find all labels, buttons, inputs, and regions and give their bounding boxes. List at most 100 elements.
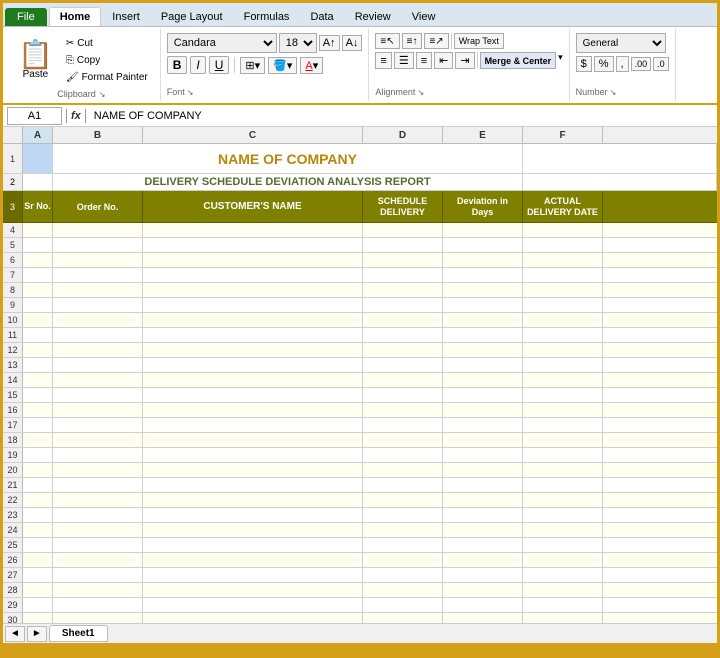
tab-formulas[interactable]: Formulas [234,8,300,26]
cell-e[interactable] [443,283,523,297]
cell-e[interactable] [443,373,523,387]
cell-d[interactable] [363,508,443,522]
format-painter-button[interactable]: 🖌Format Painter [62,70,152,85]
cell-f[interactable] [523,253,603,267]
cell-e[interactable] [443,358,523,372]
cell-f[interactable] [523,328,603,342]
cell-b[interactable] [53,418,143,432]
cell-c[interactable] [143,433,363,447]
increase-font-button[interactable]: A↑ [319,35,340,51]
cell-b[interactable] [53,313,143,327]
cell-b[interactable] [53,238,143,252]
cell-f[interactable] [523,223,603,237]
cell-e[interactable] [443,553,523,567]
cell-a[interactable] [23,313,53,327]
cell-e[interactable] [443,403,523,417]
cell-d[interactable] [363,493,443,507]
cell-c[interactable] [143,523,363,537]
cell-e[interactable] [443,493,523,507]
col-header-a[interactable]: A [23,127,53,143]
cell-d[interactable] [363,568,443,582]
cell-d[interactable] [363,343,443,357]
cell-d[interactable] [363,313,443,327]
cell-c[interactable] [143,493,363,507]
cell-a[interactable] [23,538,53,552]
increase-indent-button[interactable]: ⇥ [455,52,474,69]
cell-b[interactable] [53,598,143,612]
cell-a[interactable] [23,508,53,522]
tab-view[interactable]: View [402,8,446,26]
cell-e[interactable] [443,328,523,342]
cell-d2[interactable] [523,174,717,190]
cell-reference[interactable] [7,107,62,125]
sheet-tab-nav-left[interactable]: ◄ [5,626,25,642]
cell-b[interactable] [53,283,143,297]
cell-c[interactable] [143,328,363,342]
cell-e[interactable] [443,613,523,623]
cell-c[interactable] [143,613,363,623]
cell-f[interactable] [523,538,603,552]
cell-b[interactable] [53,583,143,597]
cell-c[interactable] [143,373,363,387]
cell-d[interactable] [363,388,443,402]
cell-a[interactable] [23,403,53,417]
font-size-select[interactable]: 18 [279,33,317,53]
cell-c[interactable] [143,253,363,267]
cell-a[interactable] [23,343,53,357]
align-top-left-button[interactable]: ≡↖ [375,33,399,49]
cell-a[interactable] [23,463,53,477]
cell-e[interactable] [443,583,523,597]
cell-a[interactable] [23,523,53,537]
cell-b[interactable] [53,448,143,462]
align-top-right-button[interactable]: ≡↗ [424,33,448,49]
cell-c[interactable] [143,358,363,372]
cell-a1[interactable] [23,144,53,173]
cell-f[interactable] [523,238,603,252]
cell-e[interactable] [443,313,523,327]
cell-c[interactable] [143,298,363,312]
cell-f[interactable] [523,388,603,402]
cell-f[interactable] [523,493,603,507]
cell-f[interactable] [523,478,603,492]
cell-f[interactable] [523,583,603,597]
cell-e[interactable] [443,253,523,267]
cell-b[interactable] [53,463,143,477]
cell-b[interactable] [53,298,143,312]
cell-c[interactable] [143,283,363,297]
border-button[interactable]: ⊞▾ [240,57,265,74]
cell-e[interactable] [443,433,523,447]
cell-b[interactable] [53,538,143,552]
cell-d[interactable] [363,358,443,372]
cell-b[interactable] [53,253,143,267]
cell-b[interactable] [53,388,143,402]
cell-e[interactable] [443,478,523,492]
col-header-e[interactable]: E [443,127,523,143]
cell-b[interactable] [53,523,143,537]
cell-f[interactable] [523,523,603,537]
cell-c[interactable] [143,508,363,522]
cell-c[interactable] [143,553,363,567]
cell-d[interactable] [363,238,443,252]
cell-c[interactable] [143,538,363,552]
cell-f[interactable] [523,568,603,582]
cell-c[interactable] [143,568,363,582]
cell-b[interactable] [53,493,143,507]
cell-b[interactable] [53,478,143,492]
cell-e[interactable] [443,598,523,612]
merge-center-button[interactable]: Merge & Center [480,52,557,69]
cell-a[interactable] [23,358,53,372]
col-header-b[interactable]: B [53,127,143,143]
cell-b[interactable] [53,508,143,522]
cell-f[interactable] [523,403,603,417]
cell-a[interactable] [23,478,53,492]
cell-b[interactable] [53,223,143,237]
cell-e[interactable] [443,418,523,432]
cell-b[interactable] [53,613,143,623]
cell-b[interactable] [53,373,143,387]
cell-e[interactable] [443,238,523,252]
formula-fx-icon[interactable]: fx [71,110,81,122]
cell-a[interactable] [23,328,53,342]
cell-f[interactable] [523,433,603,447]
cell-f[interactable] [523,448,603,462]
col-header-d[interactable]: D [363,127,443,143]
